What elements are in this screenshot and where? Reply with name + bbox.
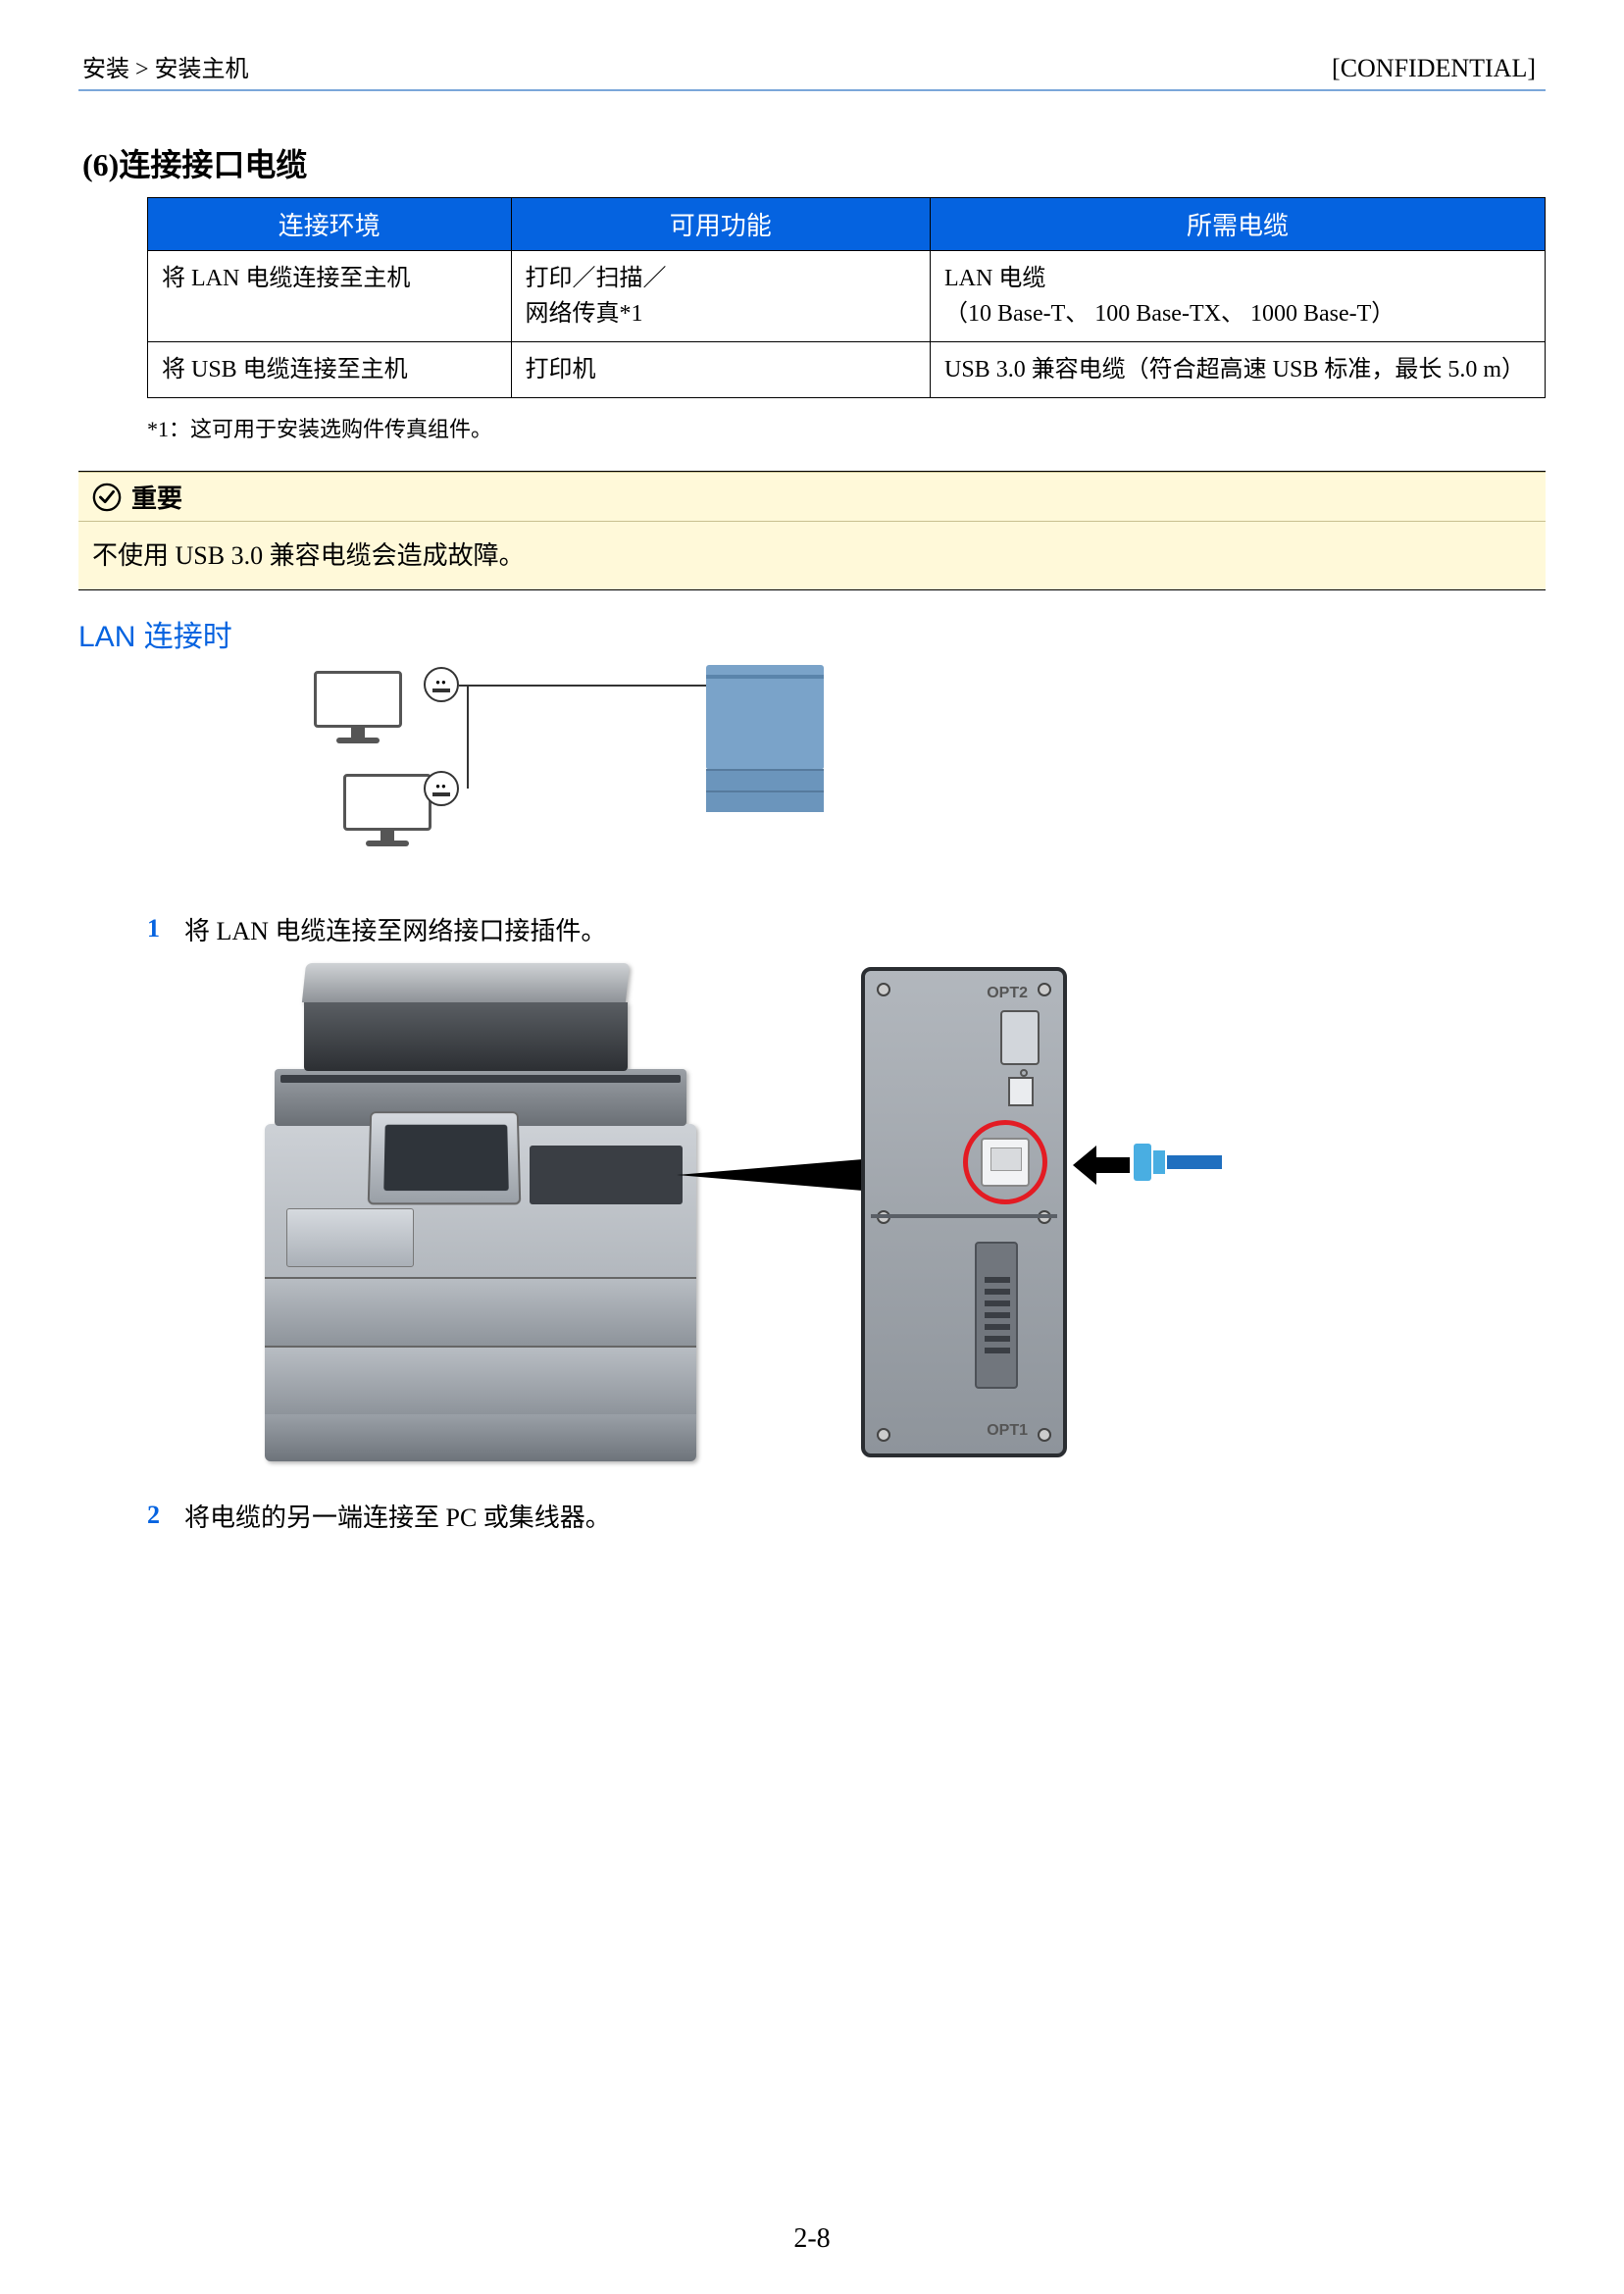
step-2: 2 将电缆的另一端连接至 PC 或集线器。 xyxy=(147,1501,1546,1536)
table-footnote: *1：这可用于安装选购件传真组件。 xyxy=(147,412,1546,443)
monitor-icon xyxy=(314,671,402,743)
serial-port-icon xyxy=(1000,1010,1040,1065)
th-cable: 所需电缆 xyxy=(931,198,1546,251)
cell-func: 打印机 xyxy=(511,342,931,398)
callout-pointer-icon xyxy=(677,1159,863,1191)
network-hub-icon xyxy=(424,667,459,702)
cell-cable: LAN 电缆 （10 Base-T、 100 Base-TX、 1000 Bas… xyxy=(931,251,1546,342)
page-number: 2-8 xyxy=(0,2223,1624,2255)
network-wire xyxy=(459,685,706,687)
th-func: 可用功能 xyxy=(511,198,931,251)
step-text: 将 LAN 电缆连接至网络接口接插件。 xyxy=(184,914,606,949)
breadcrumb: 安装 > 安装主机 xyxy=(82,49,249,83)
monitor-icon xyxy=(343,774,431,846)
cell-cable: USB 3.0 兼容电缆（符合超高速 USB 标准，最长 5.0 m） xyxy=(931,342,1546,398)
check-icon xyxy=(92,483,122,512)
network-hub-icon xyxy=(424,771,459,806)
opt2-label: OPT2 xyxy=(987,985,1028,1002)
th-env: 连接环境 xyxy=(148,198,512,251)
usb-port-icon xyxy=(1008,1077,1034,1106)
printer-icon xyxy=(706,665,824,812)
table-row: 将 LAN 电缆连接至主机 打印／扫描／ 网络传真*1 LAN 电缆 （10 B… xyxy=(148,251,1546,342)
opt1-label: OPT1 xyxy=(987,1422,1028,1440)
important-label: 重要 xyxy=(131,479,182,515)
section-title: (6)连接接口电缆 xyxy=(78,140,1546,185)
rear-port-panel: OPT2 OPT1 xyxy=(861,967,1067,1457)
important-box: 重要 不使用 USB 3.0 兼容电缆会造成故障。 xyxy=(78,471,1546,590)
important-body: 不使用 USB 3.0 兼容电缆会造成故障。 xyxy=(78,535,1546,572)
diagram-lan-port-detail: OPT2 OPT1 xyxy=(265,963,1187,1473)
step-1: 1 将 LAN 电缆连接至网络接口接插件。 xyxy=(147,914,1546,949)
cell-env: 将 LAN 电缆连接至主机 xyxy=(148,251,512,342)
highlight-circle-icon xyxy=(963,1120,1047,1204)
header-rule xyxy=(78,89,1546,91)
network-wire xyxy=(467,685,469,789)
diagram-lan-topology xyxy=(314,671,863,887)
sub-heading-lan: LAN 连接时 xyxy=(78,612,1546,655)
cell-env: 将 USB 电缆连接至主机 xyxy=(148,342,512,398)
step-text: 将电缆的另一端连接至 PC 或集线器。 xyxy=(184,1501,611,1536)
cable-table: 连接环境 可用功能 所需电缆 将 LAN 电缆连接至主机 打印／扫描／ 网络传真… xyxy=(147,197,1546,398)
step-number: 1 xyxy=(147,914,167,949)
step-number: 2 xyxy=(147,1501,167,1536)
lan-cable-icon xyxy=(1134,1144,1222,1181)
printer-illustration xyxy=(265,963,696,1463)
table-row: 将 USB 电缆连接至主机 打印机 USB 3.0 兼容电缆（符合超高速 USB… xyxy=(148,342,1546,398)
cell-func: 打印／扫描／ 网络传真*1 xyxy=(511,251,931,342)
confidential-label: [CONFIDENTIAL] xyxy=(1332,54,1536,83)
arrow-left-icon xyxy=(1073,1146,1130,1185)
expansion-slot-icon xyxy=(975,1242,1018,1389)
